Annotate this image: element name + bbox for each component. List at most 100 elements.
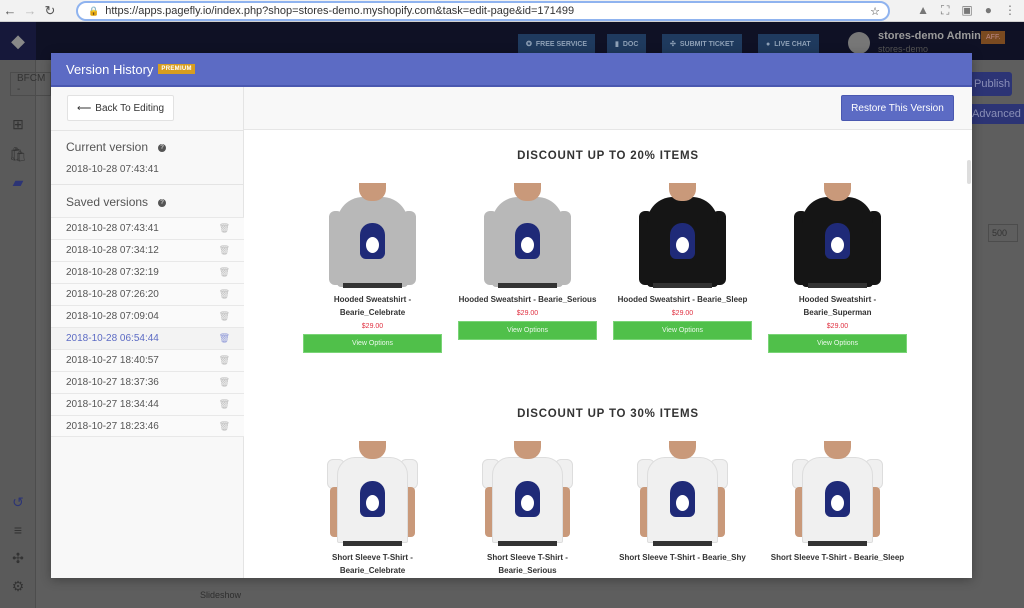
history-icon[interactable]: ↺ <box>9 494 27 511</box>
trash-icon[interactable]: 🗑 <box>219 223 230 234</box>
product-image[interactable] <box>768 441 907 546</box>
pagefly-logo[interactable]: ◆ <box>0 22 36 60</box>
forward-arrow-icon[interactable]: → <box>20 3 40 18</box>
version-item[interactable]: 2018-10-28 07:09:04 🗑 <box>51 305 244 327</box>
trash-icon[interactable]: 🗑 <box>219 245 230 256</box>
product-name[interactable]: Hooded Sweatshirt - Bearie_Celebrate <box>303 293 442 319</box>
scrollbar[interactable] <box>967 160 971 184</box>
product-grid: Hooded Sweatshirt - Bearie_Celebrate $29.… <box>303 183 907 353</box>
product-price: $29.00 <box>826 323 849 330</box>
trash-icon[interactable]: 🗑 <box>219 421 230 432</box>
free-service-button[interactable]: ✪ FREE SERVICE <box>518 34 596 54</box>
help-icon[interactable]: ? <box>158 198 167 207</box>
product-card: Short Sleeve T-Shirt - Bearie_Shy <box>613 441 752 577</box>
lock-icon: 🔒 <box>88 5 100 16</box>
version-date: 2018-10-27 18:34:44 <box>66 399 159 410</box>
product-name[interactable]: Short Sleeve T-Shirt - Bearie_Serious <box>458 551 597 577</box>
trash-icon[interactable]: 🗑 <box>219 267 230 278</box>
product-price: $29.00 <box>361 323 384 330</box>
puzzle-icon[interactable]: ✣ <box>9 550 27 567</box>
product-name[interactable]: Short Sleeve T-Shirt - Bearie_Celebrate <box>303 551 442 577</box>
version-item[interactable]: 2018-10-27 18:23:46 🗑 <box>51 415 244 437</box>
product-name[interactable]: Hooded Sweatshirt - Bearie_Serious <box>458 293 597 306</box>
trash-icon[interactable]: 🗑 <box>219 333 230 344</box>
label: DOC <box>622 40 639 48</box>
product-card: Hooded Sweatshirt - Bearie_Superman $29.0… <box>768 183 907 353</box>
version-item[interactable]: 2018-10-27 18:40:57 🗑 <box>51 349 244 371</box>
product-name[interactable]: Short Sleeve T-Shirt - Bearie_Sleep <box>768 551 907 564</box>
view-options-button[interactable]: View Options <box>613 321 752 340</box>
extension-icon[interactable]: ▣ <box>961 3 972 18</box>
product-name[interactable]: Hooded Sweatshirt - Bearie_Superman <box>768 293 907 319</box>
product-image[interactable] <box>458 183 597 288</box>
star-icon[interactable]: ☆ <box>870 5 880 18</box>
address-bar[interactable]: 🔒 https://apps.pagefly.io/index.php?shop=… <box>76 1 890 21</box>
extension-icon[interactable]: ▲ <box>917 3 929 18</box>
trash-icon[interactable]: 🗑 <box>219 311 230 322</box>
version-item[interactable]: 2018-10-28 06:54:44 🗑 <box>51 327 244 349</box>
screenshot-icon[interactable]: ⛶ <box>941 3 949 18</box>
submit-ticket-button[interactable]: ✣ SUBMIT TICKET <box>662 34 742 54</box>
label: FREE SERVICE <box>535 40 588 48</box>
preview-toolbar: Restore This Version <box>244 87 972 130</box>
product-image[interactable] <box>613 183 752 288</box>
version-item[interactable]: 2018-10-28 07:26:20 🗑 <box>51 283 244 305</box>
number-field[interactable]: 500 <box>988 224 1018 242</box>
product-image[interactable] <box>303 183 442 288</box>
version-date: 2018-10-28 07:09:04 <box>66 311 159 322</box>
back-to-editing-button[interactable]: ⟵ Back To Editing <box>67 95 174 121</box>
profile-icon[interactable]: ● <box>985 3 992 18</box>
product-card: Hooded Sweatshirt - Bearie_Serious $29.00… <box>458 183 597 353</box>
publish-button[interactable]: Publish <box>972 72 1012 96</box>
shopify-icon[interactable]: 🛍 <box>9 146 27 163</box>
user-name[interactable]: stores-demo Admin <box>878 30 981 42</box>
modal-title: Version History <box>66 61 154 77</box>
product-image[interactable] <box>303 441 442 546</box>
trash-icon[interactable]: 🗑 <box>219 355 230 366</box>
version-date: 2018-10-28 07:32:19 <box>66 267 159 278</box>
live-chat-button[interactable]: ● LIVE CHAT <box>758 34 819 54</box>
version-item[interactable]: 2018-10-28 07:34:12 🗑 <box>51 239 244 261</box>
version-preview[interactable]: DISCOUNT UP TO 20% ITEMS Hooded Sweatshir… <box>244 130 972 578</box>
current-version-heading: Current version? <box>51 130 244 184</box>
settings-icon[interactable]: ⚙ <box>9 578 27 595</box>
product-image[interactable] <box>613 441 752 546</box>
reload-icon[interactable]: ↻ <box>40 3 60 19</box>
version-history-modal: Version History PREMIUM ⟵ Back To Editing… <box>51 53 972 578</box>
align-icon[interactable]: ≡ <box>9 522 27 538</box>
back-arrow-icon[interactable]: ← <box>0 3 20 18</box>
version-item[interactable]: 2018-10-27 18:34:44 🗑 <box>51 393 244 415</box>
product-image[interactable] <box>458 441 597 546</box>
left-toolbar: ⊞ 🛍 ▰ ↺ ≡ ✣ ⚙ <box>0 60 36 608</box>
doc-button[interactable]: ▮ DOC <box>607 34 647 54</box>
restore-version-button[interactable]: Restore This Version <box>841 95 954 121</box>
product-card: Short Sleeve T-Shirt - Bearie_Serious <box>458 441 597 577</box>
folder-icon[interactable]: ▰ <box>9 174 27 191</box>
modal-header: Version History PREMIUM <box>51 53 972 87</box>
trash-icon[interactable]: 🗑 <box>219 289 230 300</box>
version-item[interactable]: 2018-10-28 07:43:41 🗑 <box>51 217 244 239</box>
product-grid: Short Sleeve T-Shirt - Bearie_Celebrate S… <box>303 441 907 577</box>
add-element-icon[interactable]: ⊞ <box>9 116 27 133</box>
version-date: 2018-10-28 07:26:20 <box>66 289 159 300</box>
version-item[interactable]: 2018-10-28 07:32:19 🗑 <box>51 261 244 283</box>
product-name[interactable]: Hooded Sweatshirt - Bearie_Sleep <box>613 293 752 306</box>
product-name[interactable]: Short Sleeve T-Shirt - Bearie_Shy <box>613 551 752 564</box>
version-date: 2018-10-28 06:54:44 <box>66 333 159 344</box>
trash-icon[interactable]: 🗑 <box>219 377 230 388</box>
product-image[interactable] <box>768 183 907 288</box>
trash-icon[interactable]: 🗑 <box>219 399 230 410</box>
versions-sidebar: ⟵ Back To Editing Current version? 2018-1… <box>51 87 244 578</box>
view-options-button[interactable]: View Options <box>458 321 597 340</box>
page-select[interactable]: BFCM - <box>10 72 51 96</box>
premium-badge: PREMIUM <box>158 64 195 74</box>
view-options-button[interactable]: View Options <box>303 334 442 353</box>
product-card: Short Sleeve T-Shirt - Bearie_Celebrate <box>303 441 442 577</box>
advanced-tab[interactable]: Advanced <box>972 104 1024 124</box>
version-item[interactable]: 2018-10-27 18:37:36 🗑 <box>51 371 244 393</box>
menu-icon[interactable]: ⋮ <box>1004 3 1016 18</box>
view-options-button[interactable]: View Options <box>768 334 907 353</box>
avatar[interactable] <box>848 32 870 54</box>
product-card: Hooded Sweatshirt - Bearie_Celebrate $29.… <box>303 183 442 353</box>
help-icon[interactable]: ? <box>158 143 167 152</box>
